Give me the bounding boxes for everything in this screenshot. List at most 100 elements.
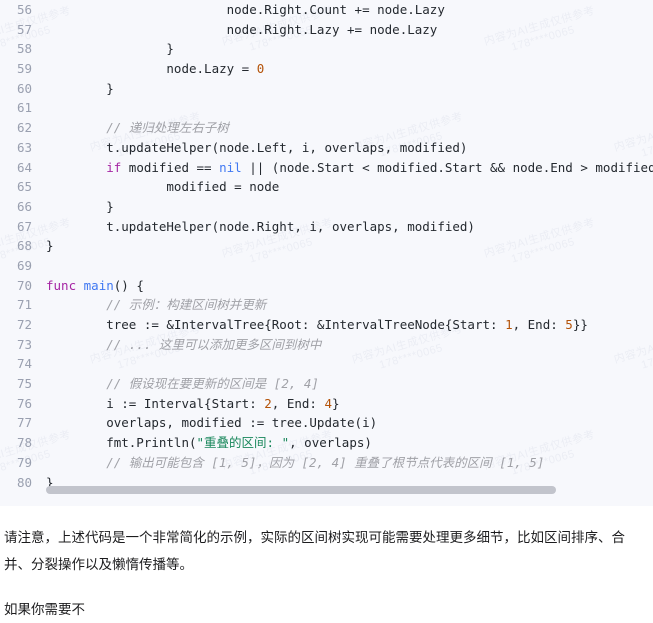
code-line: 70 func main() { — [0, 276, 653, 296]
line-number: 77 — [16, 415, 32, 431]
code-token-str: "重叠的区间: " — [196, 435, 290, 451]
line-number: 79 — [16, 454, 32, 470]
code-line: 69 — [0, 256, 653, 276]
code-line-text: tree := &IntervalTree{Root: &IntervalTre… — [46, 315, 653, 335]
code-token-pl: } — [46, 41, 174, 57]
code-token-com: // 递归处理左右子树 — [46, 120, 229, 136]
code-line: 76 i := Interval{Start: 2, End: 4} — [0, 394, 653, 414]
code-token-com: // 示例：构建区间树并更新 — [46, 297, 267, 313]
line-number: 57 — [16, 21, 32, 37]
code-line: 59 node.Lazy = 0 — [0, 59, 653, 79]
code-token-pl: fmt.Println( — [46, 435, 197, 451]
code-line-text: i := Interval{Start: 2, End: 4} — [46, 394, 653, 414]
code-token-pl: } — [332, 395, 340, 411]
horizontal-scrollbar-thumb[interactable] — [46, 486, 556, 494]
code-line: 60 } — [0, 79, 653, 99]
code-line: 58 } — [0, 39, 653, 59]
code-token-fn: main — [83, 277, 114, 293]
code-line: 72 tree := &IntervalTree{Root: &Interval… — [0, 315, 653, 335]
paragraph-followup: 如果你需要不 — [4, 602, 85, 617]
line-number: 59 — [16, 61, 32, 77]
code-lines: 56 node.Right.Count += node.Lazy 57 node.… — [0, 0, 653, 492]
code-line: 66 } — [0, 197, 653, 217]
line-number: 80 — [16, 474, 32, 490]
code-token-pl: t.updateHelper(node.Left, i, overlaps, m… — [46, 139, 468, 155]
line-number: 73 — [16, 336, 32, 352]
code-token-pl: , overlaps) — [289, 435, 372, 451]
code-line-text: // 假设现在要更新的区间是 [2, 4] — [46, 374, 653, 394]
line-number: 62 — [16, 120, 32, 136]
code-line: 78 fmt.Println("重叠的区间: ", overlaps) — [0, 433, 653, 453]
code-token-num: 0 — [256, 61, 265, 77]
line-number: 72 — [16, 317, 32, 332]
code-token-pl: overlaps, modified := tree.Update(i) — [46, 415, 378, 431]
code-line-text: if modified == nil || (node.Start < modi… — [46, 158, 653, 178]
code-token-pl: node.Right.Lazy += node.Lazy — [46, 21, 438, 37]
code-line-text: node.Right.Count += node.Lazy — [46, 0, 653, 20]
line-number: 66 — [16, 198, 32, 214]
code-line-text: func main() { — [46, 276, 653, 296]
line-number: 61 — [16, 100, 32, 116]
line-number: 65 — [16, 179, 32, 195]
line-number: 76 — [16, 395, 32, 411]
line-number: 74 — [16, 356, 32, 372]
code-line-text: } — [46, 39, 653, 59]
code-line-text: t.updateHelper(node.Right, i, overlaps, … — [46, 217, 653, 237]
code-line-text: } — [46, 236, 653, 256]
code-block[interactable]: 内容为AI生成仅供参考 178****0065 内容为AI生成仅供参考 178****… — [0, 0, 653, 506]
code-token-com: // 假设现在要更新的区间是 [2, 4] — [46, 376, 319, 392]
line-number: 56 — [16, 2, 32, 17]
code-line: 75 // 假设现在要更新的区间是 [2, 4] — [0, 374, 653, 394]
code-line-text: t.updateHelper(node.Left, i, overlaps, m… — [46, 138, 653, 158]
line-number: 68 — [16, 238, 32, 254]
line-number: 70 — [16, 277, 32, 293]
prose-section: 请注意，上述代码是一个非常简化的示例，实际的区间树实现可能需要处理更多细节，比如… — [0, 506, 653, 623]
code-token-com: // 输出可能包含 [1, 5]，因为 [2, 4] 重叠了根节点代表的区间 [… — [46, 454, 545, 470]
line-number: 78 — [16, 435, 32, 451]
line-number: 71 — [16, 297, 32, 313]
code-token-pl: } — [46, 80, 114, 96]
code-token-pl: modified = node — [46, 179, 280, 195]
code-line: 71 // 示例：构建区间树并更新 — [0, 295, 653, 315]
line-number: 60 — [16, 80, 32, 96]
code-token-com: // ... 这里可以添加更多区间到树中 — [46, 336, 322, 352]
code-line: 68} — [0, 236, 653, 256]
line-number: 69 — [16, 257, 32, 273]
code-token-pl: modified == — [121, 159, 220, 175]
code-token-pl: } — [46, 198, 114, 214]
code-token-pl: node.Right.Count += node.Lazy — [46, 2, 445, 17]
code-token-pl: tree := &IntervalTree{Root: &IntervalTre… — [46, 317, 506, 332]
code-line-text: // ... 这里可以添加更多区间到树中 — [46, 335, 653, 355]
line-number: 58 — [16, 41, 32, 57]
code-line: 74 — [0, 354, 653, 374]
code-token-kw: if — [46, 159, 122, 175]
line-number: 75 — [16, 376, 32, 392]
code-line-text: // 示例：构建区间树并更新 — [46, 295, 653, 315]
code-token-kw: func — [46, 277, 77, 293]
code-line: 67 t.updateHelper(node.Right, i, overlap… — [0, 217, 653, 237]
code-line: 77 overlaps, modified := tree.Update(i) — [0, 413, 653, 433]
code-line: 73 // ... 这里可以添加更多区间到树中 — [0, 335, 653, 355]
code-line-text: // 输出可能包含 [1, 5]，因为 [2, 4] 重叠了根节点代表的区间 [… — [46, 453, 653, 473]
code-token-bi: nil — [219, 159, 242, 175]
code-token-num: 2 — [264, 395, 272, 411]
paragraph-note: 请注意，上述代码是一个非常简化的示例，实际的区间树实现可能需要处理更多细节，比如… — [4, 530, 625, 572]
code-line: 64 if modified == nil || (node.Start < m… — [0, 158, 653, 178]
code-line: 56 node.Right.Count += node.Lazy — [0, 0, 653, 20]
code-line: 61 — [0, 98, 653, 118]
code-line-text: } — [46, 79, 653, 99]
code-token-pl: } — [46, 238, 54, 254]
code-token-num: 5 — [565, 317, 573, 332]
code-line: 79 // 输出可能包含 [1, 5]，因为 [2, 4] 重叠了根节点代表的区… — [0, 453, 653, 473]
horizontal-scrollbar[interactable] — [46, 486, 653, 494]
code-line-text: // 递归处理左右子树 — [46, 118, 653, 138]
code-line-text: node.Right.Lazy += node.Lazy — [46, 20, 653, 40]
code-token-num: 4 — [324, 395, 332, 411]
code-line-text: fmt.Println("重叠的区间: ", overlaps) — [46, 433, 653, 453]
code-token-pl: , End: — [512, 317, 566, 332]
code-token-num: 1 — [505, 317, 513, 332]
code-token-pl: || (node.Start < modified.Start && node.… — [241, 159, 653, 175]
code-line-text: overlaps, modified := tree.Update(i) — [46, 413, 653, 433]
code-token-pl: () { — [113, 277, 144, 293]
